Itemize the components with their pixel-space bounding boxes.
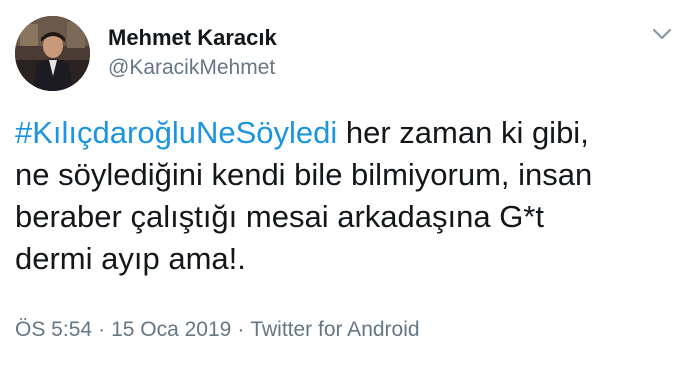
tweet-text-line-3: beraber çalıştığı mesai arkadaşına G*t bbox=[15, 199, 544, 234]
tweet-date[interactable]: 15 Oca 2019 bbox=[111, 318, 231, 341]
tweet-source[interactable]: Twitter for Android bbox=[250, 318, 419, 341]
avatar-photo bbox=[15, 16, 90, 91]
tweet-text-line-2: ne söylediğini kendi bile bilmiyorum, in… bbox=[15, 157, 593, 192]
chevron-down-icon-svg bbox=[652, 28, 672, 40]
tweet-meta: ÖS 5:54 · 15 Oca 2019 · Twitter for Android bbox=[15, 318, 420, 342]
meta-separator: · bbox=[237, 318, 245, 341]
tweet-text-line-4: dermi ayıp ama!. bbox=[15, 241, 246, 276]
tweet-text-line-1: #KılıçdaroğluNeSöyledi her zaman ki gibi… bbox=[15, 112, 680, 154]
author-handle[interactable]: @KaracikMehmet bbox=[108, 56, 275, 80]
tweet-text: #KılıçdaroğluNeSöyledi her zaman ki gibi… bbox=[15, 112, 680, 280]
meta-separator: · bbox=[98, 318, 106, 341]
chevron-down-icon[interactable] bbox=[651, 26, 673, 42]
tweet-text-line-1-rest: her zaman ki gibi, bbox=[337, 115, 589, 150]
hashtag-link[interactable]: #KılıçdaroğluNeSöyledi bbox=[15, 115, 337, 150]
tweet-card: Mehmet Karacık @KaracikMehmet #Kılıçdaro… bbox=[0, 0, 690, 366]
author-display-name[interactable]: Mehmet Karacık bbox=[108, 25, 277, 51]
tweet-time[interactable]: ÖS 5:54 bbox=[15, 318, 92, 341]
avatar[interactable] bbox=[15, 16, 90, 91]
